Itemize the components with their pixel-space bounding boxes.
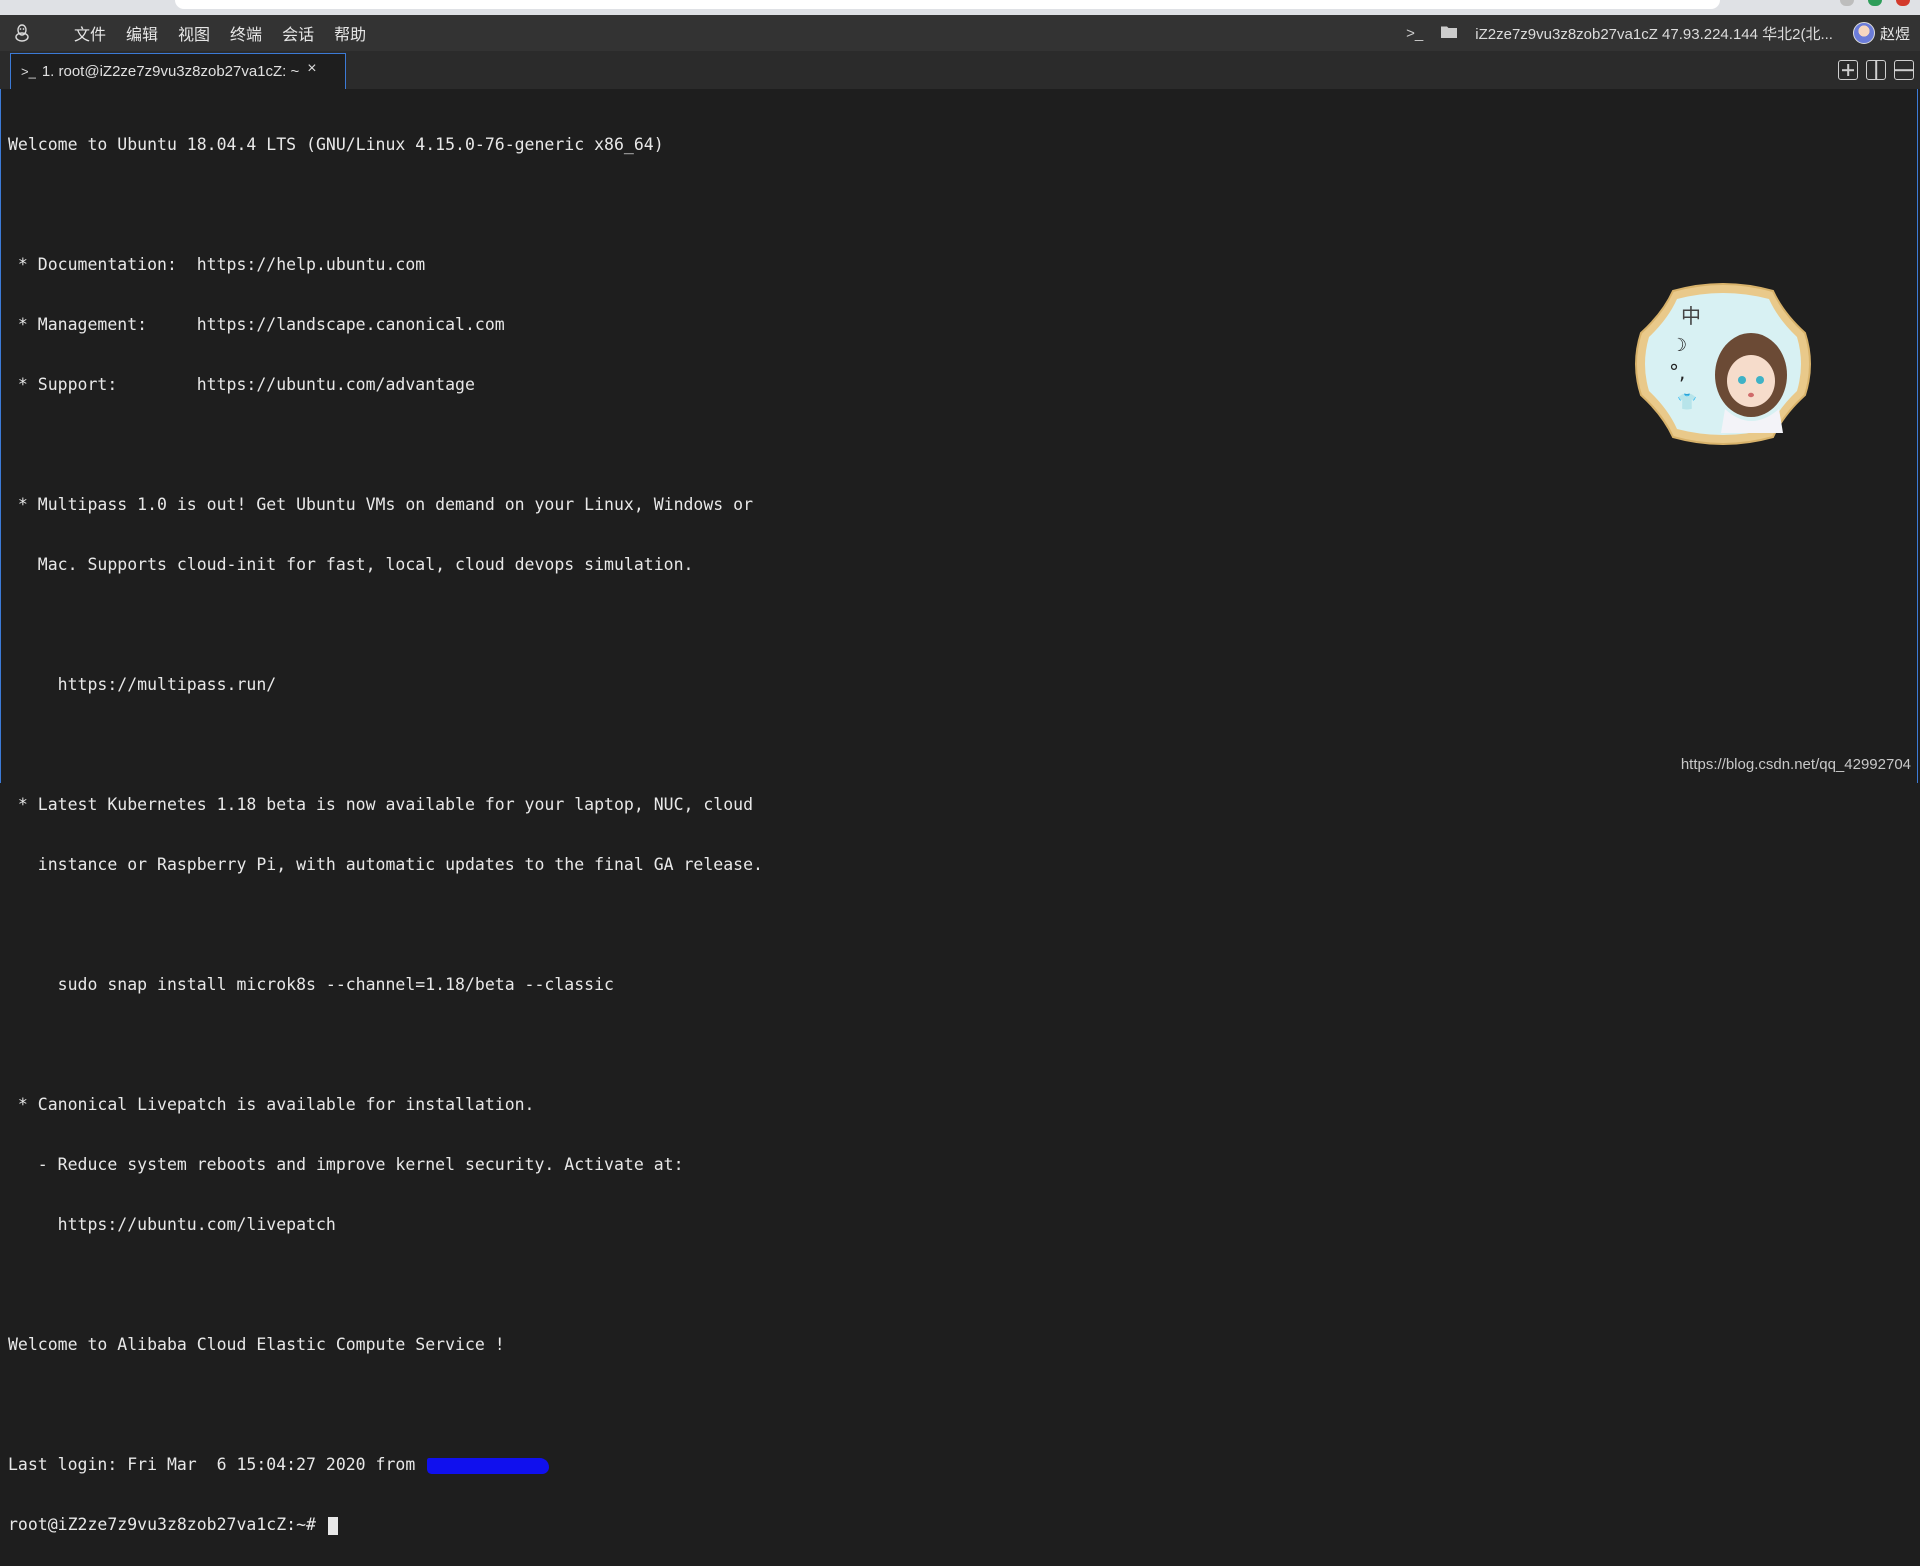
- tab-bar: >_ 1. root@iZ2ze7z9vu3z8zob27va1cZ: ~ ×: [0, 51, 1920, 89]
- menu-file[interactable]: 文件: [74, 21, 106, 45]
- terminal-line: * Management: https://landscape.canonica…: [8, 315, 505, 334]
- terminal-line: Mac. Supports cloud-init for fast, local…: [8, 555, 694, 574]
- menubar-right: >_ iZ2ze7z9vu3z8zob27va1cZ 47.93.224.144…: [1406, 15, 1920, 51]
- terminal-pane[interactable]: Welcome to Ubuntu 18.04.4 LTS (GNU/Linux…: [0, 89, 1918, 1535]
- terminal-icon: >_: [21, 64, 36, 79]
- menubar: 文件 编辑 视图 终端 会话 帮助 >_ iZ2ze7z9vu3z8zob27v…: [0, 15, 1920, 51]
- terminal-line: * Support: https://ubuntu.com/advantage: [8, 375, 475, 394]
- terminal-output: Welcome to Ubuntu 18.04.4 LTS (GNU/Linux…: [8, 95, 763, 1566]
- terminal-cursor: [327, 1516, 338, 1535]
- shell-prompt: root@iZ2ze7z9vu3z8zob27va1cZ:~#: [8, 1515, 326, 1534]
- tab-title: 1. root@iZ2ze7z9vu3z8zob27va1cZ: ~: [41, 63, 300, 80]
- moon-icon: ☽: [1671, 335, 1687, 356]
- watermark: https://blog.csdn.net/qq_42992704: [1680, 756, 1911, 773]
- terminal-line: * Multipass 1.0 is out! Get Ubuntu VMs o…: [8, 495, 754, 514]
- menu-terminal[interactable]: 终端: [230, 21, 262, 45]
- terminal-line: https://ubuntu.com/livepatch: [8, 1215, 336, 1234]
- browser-button-icon[interactable]: [1840, 0, 1854, 6]
- penguin-icon[interactable]: [4, 15, 40, 51]
- last-login-line: Last login: Fri Mar 6 15:04:27 2020 from: [8, 1455, 763, 1475]
- new-tab-icon[interactable]: [1838, 60, 1858, 80]
- browser-omnibox[interactable]: [175, 0, 1720, 9]
- shirt-icon: 👕: [1677, 392, 1697, 411]
- terminal-line: Welcome to Alibaba Cloud Elastic Compute…: [8, 1335, 505, 1354]
- session-host-label[interactable]: iZ2ze7z9vu3z8zob27va1cZ 47.93.224.144 华北…: [1475, 23, 1833, 44]
- terminal-line: Welcome to Ubuntu 18.04.4 LTS (GNU/Linux…: [8, 135, 664, 154]
- split-horizontal-icon[interactable]: [1894, 60, 1914, 80]
- ime-mode-char: 中: [1681, 304, 1701, 328]
- terminal-line: * Canonical Livepatch is available for i…: [8, 1095, 535, 1114]
- terminal-line: https://multipass.run/: [8, 675, 277, 694]
- browser-button-icon[interactable]: [1868, 0, 1882, 6]
- terminal-icon[interactable]: >_: [1406, 25, 1423, 42]
- browser-button-icon[interactable]: [1896, 0, 1910, 6]
- menu-session[interactable]: 会话: [282, 21, 314, 45]
- terminal-line: - Reduce system reboots and improve kern…: [8, 1155, 684, 1174]
- terminal-line: * Documentation: https://help.ubuntu.com: [8, 255, 426, 274]
- prompt-line[interactable]: root@iZ2ze7z9vu3z8zob27va1cZ:~#: [8, 1515, 763, 1535]
- redacted-ip: [427, 1457, 550, 1474]
- terminal-line: sudo snap install microk8s --channel=1.1…: [8, 975, 614, 994]
- tab-session-1[interactable]: >_ 1. root@iZ2ze7z9vu3z8zob27va1cZ: ~ ×: [10, 53, 346, 89]
- close-icon[interactable]: ×: [307, 60, 316, 78]
- punctuation-mode-char: °,: [1669, 360, 1685, 384]
- tab-tools: [1830, 60, 1914, 80]
- menu-help[interactable]: 帮助: [334, 21, 366, 45]
- browser-chrome-strip: [0, 0, 1920, 15]
- last-login-text: Last login: Fri Mar 6 15:04:27 2020 from: [8, 1455, 426, 1474]
- menu-view[interactable]: 视图: [178, 21, 210, 45]
- folder-icon[interactable]: [1441, 25, 1458, 42]
- split-vertical-icon[interactable]: [1866, 60, 1886, 80]
- user-name[interactable]: 赵煜: [1880, 23, 1910, 44]
- menu-edit[interactable]: 编辑: [126, 21, 158, 45]
- terminal-line: instance or Raspberry Pi, with automatic…: [8, 855, 763, 874]
- avatar[interactable]: [1852, 22, 1875, 44]
- terminal-line: * Latest Kubernetes 1.18 beta is now ava…: [8, 795, 754, 814]
- ime-status-badge[interactable]: 中 ☽ °, 👕: [1633, 283, 1813, 445]
